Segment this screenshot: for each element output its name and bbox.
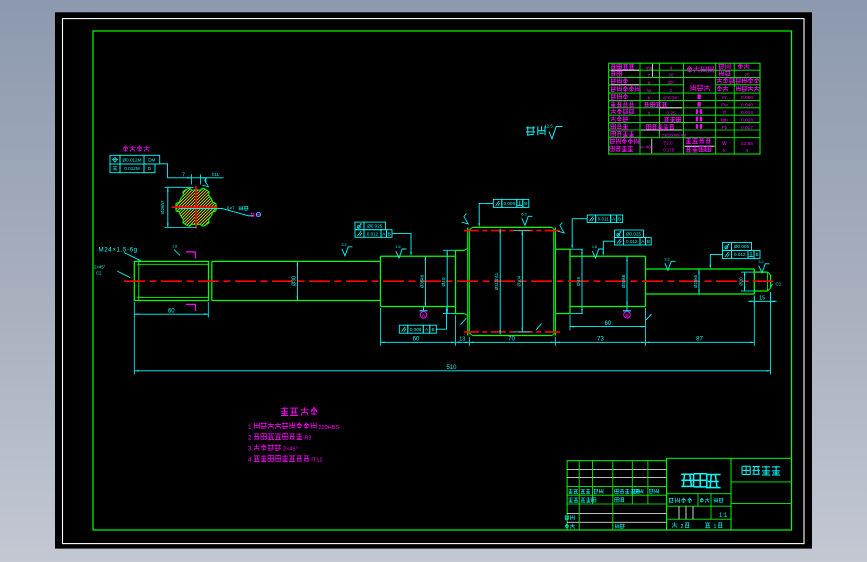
- svg-text:Ø20: Ø20: [739, 277, 744, 286]
- svg-text:T2.0: T2.0: [663, 141, 673, 146]
- svg-text:Ø104: Ø104: [516, 275, 521, 286]
- svg-text:3.2: 3.2: [758, 260, 763, 264]
- svg-text:M24×1.5-6g: M24×1.5-6g: [99, 246, 138, 253]
- svg-text:1: 1: [714, 524, 717, 530]
- svg-text:0.25: 0.25: [666, 110, 676, 116]
- svg-text:0.012: 0.012: [734, 252, 746, 257]
- svg-text:IT12: IT12: [311, 458, 322, 464]
- svg-text:6.3: 6.3: [521, 212, 526, 216]
- svg-text:B: B: [625, 313, 628, 318]
- svg-text:23.86: 23.86: [741, 141, 753, 147]
- svg-text:73: 73: [597, 337, 604, 343]
- svg-text:Ø40: Ø40: [441, 277, 447, 286]
- svg-text:B: B: [524, 201, 527, 206]
- svg-text:1: 1: [670, 88, 673, 94]
- svg-text:60: 60: [413, 337, 420, 343]
- svg-text:Fr: Fr: [722, 95, 727, 101]
- svg-text:B: B: [647, 239, 650, 244]
- svg-text:2×45°: 2×45°: [94, 265, 106, 270]
- svg-text:1.6: 1.6: [172, 245, 177, 249]
- svg-text:0.011: 0.011: [598, 217, 610, 222]
- svg-text:0.008: 0.008: [410, 327, 422, 332]
- svg-text:Ø112h11: Ø112h11: [494, 272, 499, 290]
- svg-text:a=40: a=40: [640, 145, 651, 151]
- svg-text:Fw: Fw: [721, 103, 728, 109]
- svg-text:W: W: [722, 141, 727, 147]
- svg-text:60: 60: [168, 309, 175, 315]
- svg-text:Ø0.025: Ø0.025: [367, 224, 383, 229]
- svg-text:4: 4: [670, 65, 673, 71]
- svg-text:h11: h11: [212, 172, 220, 177]
- svg-text:13: 13: [459, 337, 465, 343]
- svg-text:6×7: 6×7: [227, 206, 235, 211]
- svg-text:0.016: 0.016: [741, 110, 753, 116]
- svg-text:3.2: 3.2: [341, 243, 346, 247]
- svg-text:Ø35k6: Ø35k6: [621, 274, 626, 288]
- svg-text:DM: DM: [148, 158, 155, 163]
- svg-text:Ø35k6: Ø35k6: [419, 274, 424, 288]
- svg-text:87: 87: [696, 337, 703, 343]
- svg-text:1.6: 1.6: [395, 245, 400, 249]
- svg-text:Ø0.005: Ø0.005: [734, 244, 750, 249]
- svg-text:1.6: 1.6: [592, 245, 597, 249]
- svg-text:B: B: [755, 252, 758, 257]
- svg-text:4: 4: [746, 148, 749, 154]
- svg-text:mn: mn: [646, 66, 653, 71]
- svg-text:-0.175: -0.175: [662, 148, 675, 153]
- svg-text:B: B: [618, 217, 621, 222]
- svg-text:0.006: 0.006: [504, 201, 516, 206]
- svg-text:Fb: Fb: [722, 125, 728, 131]
- svg-text:0.040: 0.040: [741, 103, 753, 109]
- svg-text:0.017: 0.017: [741, 125, 753, 131]
- svg-text:3.2: 3.2: [664, 257, 669, 261]
- svg-text:1: 1: [248, 424, 252, 431]
- svg-text:220HBS: 220HBS: [318, 425, 339, 431]
- svg-text:A: A: [422, 313, 425, 318]
- svg-text:Ø45: Ø45: [576, 277, 582, 286]
- svg-text:R3: R3: [304, 436, 311, 442]
- svg-text:GB10095-88: GB10095-88: [662, 133, 687, 138]
- svg-text:2×45°: 2×45°: [283, 447, 298, 453]
- svg-text:60: 60: [605, 321, 612, 327]
- svg-text:0.018: 0.018: [741, 117, 753, 123]
- svg-text:a: a: [648, 81, 651, 86]
- svg-text:B: B: [388, 231, 391, 236]
- svg-text:26: 26: [668, 73, 674, 79]
- svg-text:b: b: [648, 96, 651, 102]
- svg-text:2: 2: [681, 524, 684, 530]
- svg-text:hx: hx: [646, 88, 652, 94]
- svg-text:3: 3: [248, 446, 252, 453]
- svg-text:0.050: 0.050: [741, 95, 753, 101]
- svg-text:4: 4: [248, 457, 252, 464]
- svg-text:510: 510: [446, 365, 457, 371]
- svg-text:Ø0.025: Ø0.025: [626, 232, 642, 237]
- svg-text:1:1: 1:1: [719, 513, 728, 519]
- svg-text:2: 2: [248, 435, 252, 442]
- svg-text:C1: C1: [776, 281, 782, 286]
- svg-text:7: 7: [182, 173, 185, 179]
- svg-text:fpb: fpb: [721, 117, 728, 123]
- svg-text:Ø30: Ø30: [291, 276, 297, 286]
- svg-text:Ø0.012M: Ø0.012M: [123, 158, 142, 163]
- svg-text:15: 15: [759, 296, 765, 302]
- svg-text:Ø26h7: Ø26h7: [160, 200, 165, 214]
- svg-text:12.5: 12.5: [545, 124, 554, 129]
- svg-text:0.012: 0.012: [367, 231, 379, 236]
- svg-text:0.012M: 0.012M: [124, 166, 139, 171]
- svg-text:70: 70: [508, 337, 515, 343]
- svg-text:8°6'34": 8°6'34": [663, 96, 679, 102]
- svg-text:25: 25: [744, 72, 750, 78]
- svg-text:0.012: 0.012: [626, 239, 638, 244]
- svg-text:B: B: [432, 327, 435, 332]
- svg-text:Ø25k6: Ø25k6: [693, 274, 698, 287]
- svg-text:20°: 20°: [667, 80, 674, 86]
- svg-text:C2: C2: [96, 271, 102, 276]
